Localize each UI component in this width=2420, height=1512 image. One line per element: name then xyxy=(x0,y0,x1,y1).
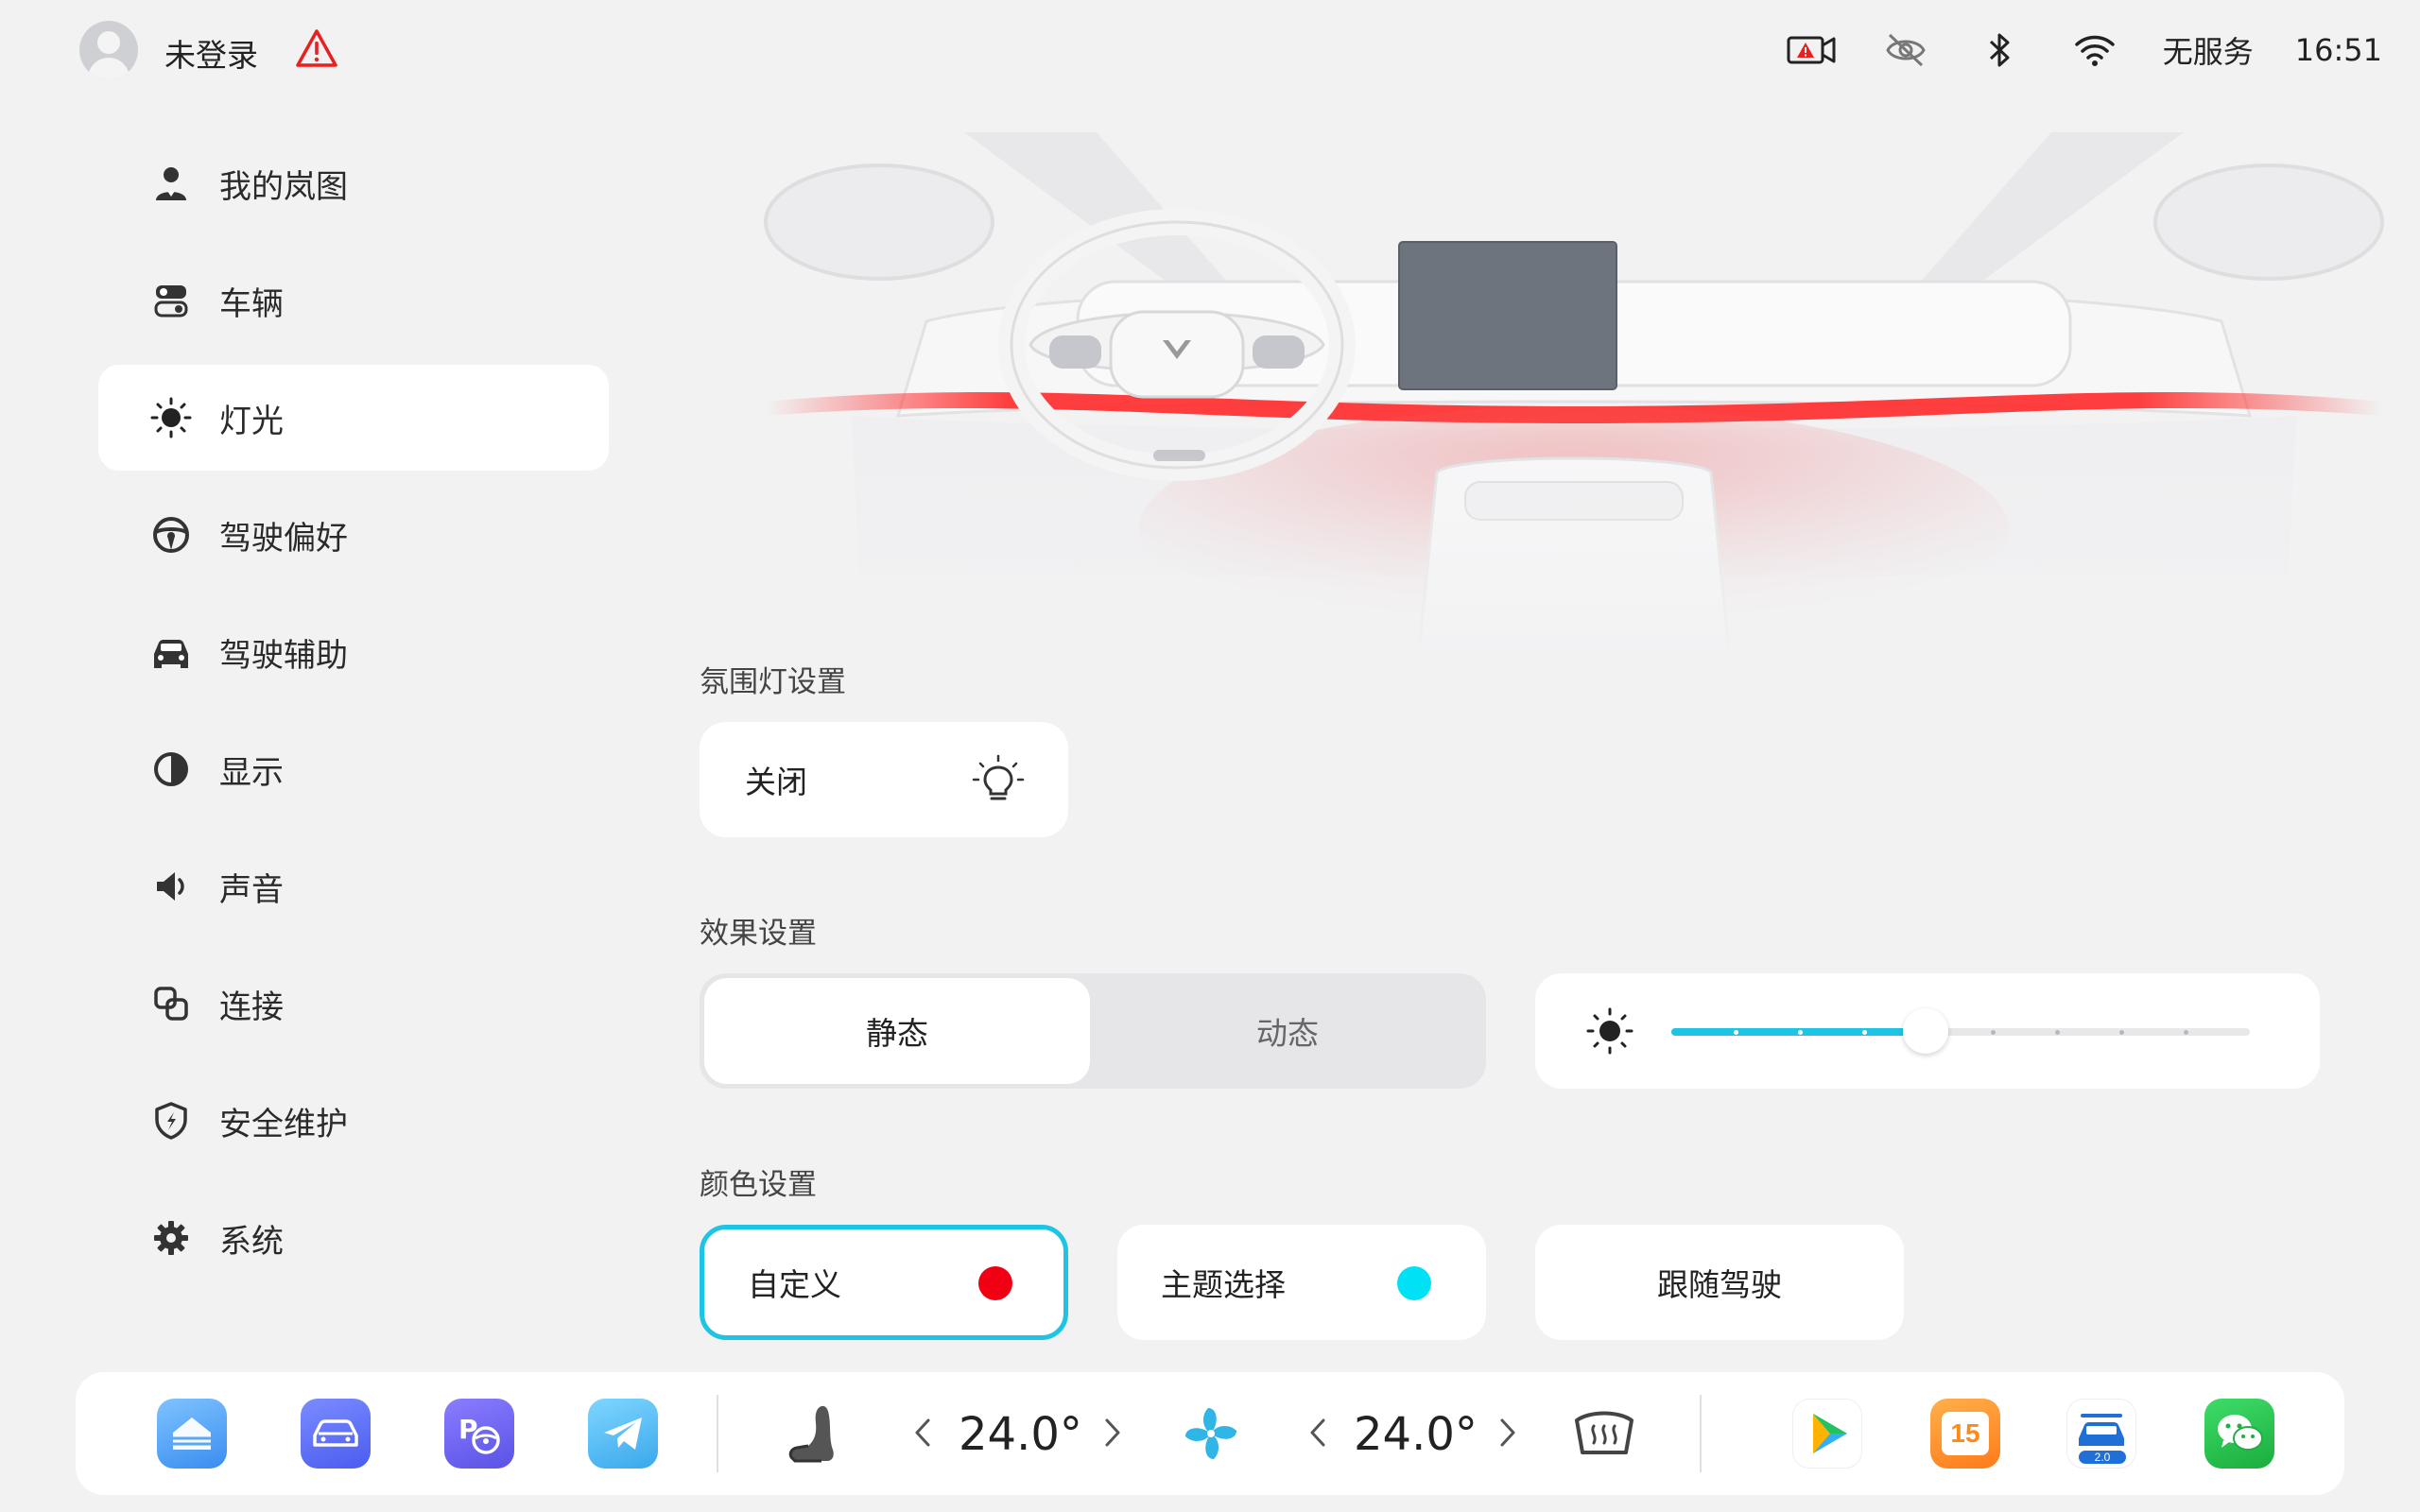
brightness-step-dot xyxy=(1797,1030,1803,1035)
dashcam-warning-icon[interactable] xyxy=(1785,29,1838,71)
right-temp-increase-button[interactable] xyxy=(1494,1404,1522,1461)
sidebar-item-label: 声音 xyxy=(219,870,284,909)
color-follow-label: 跟随驾驶 xyxy=(1657,1266,1782,1303)
parking-app-icon[interactable]: P xyxy=(444,1399,514,1469)
color-custom-label: 自定义 xyxy=(748,1266,841,1303)
sidebar-item-driving-preference[interactable]: 驾驶偏好 xyxy=(98,482,609,588)
sidebar: 我的岚图 车辆 灯光 驾驶偏好 驾驶辅助 显示 声音 连接 安全维护 系统 xyxy=(98,130,609,1302)
speaker-icon xyxy=(149,865,193,908)
brightness-control xyxy=(1535,973,2320,1089)
sidebar-item-label: 驾驶偏好 xyxy=(219,519,348,558)
network-status: 无服务 xyxy=(2162,34,2254,70)
user-icon xyxy=(149,162,193,205)
sidebar-item-system[interactable]: 系统 xyxy=(98,1185,609,1291)
sidebar-item-lights[interactable]: 灯光 xyxy=(98,365,609,471)
telegram-app-icon[interactable] xyxy=(588,1399,658,1469)
sidebar-item-connect[interactable]: 连接 xyxy=(98,951,609,1057)
clock: 16:51 xyxy=(2294,32,2382,68)
sidebar-item-label: 驾驶辅助 xyxy=(219,636,348,675)
rear-defrost-icon[interactable] xyxy=(1569,1399,1639,1469)
steering-wheel-icon xyxy=(149,513,193,557)
theme-color-swatch xyxy=(1397,1266,1431,1300)
effect-mode-segmented: 静态 动态 xyxy=(700,973,1486,1089)
wifi-icon[interactable] xyxy=(2068,29,2121,71)
sidebar-item-label: 连接 xyxy=(219,988,284,1026)
bluetooth-icon[interactable] xyxy=(1974,29,2027,71)
contrast-icon xyxy=(149,747,193,791)
login-status-label[interactable]: 未登录 xyxy=(164,30,258,76)
brightness-step-dot xyxy=(1861,1030,1867,1035)
bottom-dock: P 24.0° 24.0° 15 2.0 xyxy=(76,1372,2344,1495)
effect-static-option[interactable]: 静态 xyxy=(704,978,1090,1084)
camera-off-icon[interactable] xyxy=(1879,29,1932,71)
sidebar-item-label: 显示 xyxy=(219,753,284,792)
dock-divider xyxy=(717,1395,718,1472)
brightness-icon xyxy=(1586,1007,1634,1055)
sidebar-item-safety-maintenance[interactable]: 安全维护 xyxy=(98,1068,609,1174)
fan-icon[interactable] xyxy=(1176,1399,1246,1469)
sidebar-item-display[interactable]: 显示 xyxy=(98,716,609,822)
left-temperature[interactable]: 24.0° xyxy=(959,1408,1082,1461)
brightness-step-dot xyxy=(2054,1030,2060,1035)
brightness-step-dot xyxy=(2118,1030,2124,1035)
vehicle-toggle-icon xyxy=(149,279,193,322)
color-follow-driving-card[interactable]: 跟随驾驶 xyxy=(1535,1225,1904,1340)
sidebar-item-label: 安全维护 xyxy=(219,1105,348,1143)
brightness-slider[interactable] xyxy=(1671,1008,2250,1054)
sidebar-item-label: 车辆 xyxy=(219,284,284,323)
color-section-title: 颜色设置 xyxy=(700,1168,817,1202)
wechat-app-icon[interactable] xyxy=(2204,1399,2274,1469)
color-theme-card[interactable]: 主题选择 xyxy=(1117,1225,1486,1340)
gear-icon xyxy=(149,1216,193,1260)
shield-icon xyxy=(149,1099,193,1143)
custom-color-swatch xyxy=(978,1266,1012,1300)
light-icon xyxy=(149,396,193,439)
car-interior-illustration xyxy=(737,132,2411,662)
dock-divider xyxy=(1700,1395,1702,1472)
video-app-icon[interactable] xyxy=(1792,1399,1862,1469)
car-wash-app-icon[interactable]: 2.0 xyxy=(2066,1399,2136,1469)
status-bar: 未登录 无服务 16:51 xyxy=(0,0,2420,104)
sidebar-item-label: 系统 xyxy=(219,1222,284,1261)
effect-dynamic-option[interactable]: 动态 xyxy=(1095,978,1480,1084)
sidebar-item-driving-assist[interactable]: 驾驶辅助 xyxy=(98,599,609,705)
seat-icon[interactable] xyxy=(777,1399,847,1469)
sidebar-item-label: 我的岚图 xyxy=(219,167,348,206)
vehicle-app-icon[interactable] xyxy=(301,1399,371,1469)
ambient-light-toggle[interactable]: 关闭 xyxy=(700,722,1068,837)
brightness-slider-thumb[interactable] xyxy=(1903,1008,1949,1054)
color-custom-card[interactable]: 自定义 xyxy=(700,1225,1068,1340)
left-temp-increase-button[interactable] xyxy=(1098,1404,1127,1461)
calendar-app-icon[interactable]: 15 xyxy=(1930,1399,2000,1469)
right-temp-decrease-button[interactable] xyxy=(1304,1404,1332,1461)
avatar[interactable] xyxy=(79,21,138,79)
ambient-state-label: 关闭 xyxy=(745,764,807,800)
calendar-day: 15 xyxy=(1942,1412,1989,1455)
link-icon xyxy=(149,982,193,1025)
left-temp-decrease-button[interactable] xyxy=(908,1404,937,1461)
car-wash-badge: 2.0 xyxy=(2079,1451,2126,1464)
effect-section-title: 效果设置 xyxy=(700,917,817,951)
sidebar-item-vehicle[interactable]: 车辆 xyxy=(98,248,609,353)
ambient-section-title: 氛围灯设置 xyxy=(700,665,846,699)
home-app-icon[interactable] xyxy=(157,1399,227,1469)
right-temperature[interactable]: 24.0° xyxy=(1354,1408,1478,1461)
brightness-step-dot xyxy=(1733,1030,1738,1035)
status-icons: 无服务 16:51 xyxy=(1785,26,2382,74)
bulb-icon xyxy=(972,754,1025,800)
color-theme-label: 主题选择 xyxy=(1161,1266,1286,1303)
sidebar-item-sound[interactable]: 声音 xyxy=(98,833,609,939)
sidebar-item-label: 灯光 xyxy=(219,402,284,440)
car-front-icon xyxy=(149,630,193,674)
sidebar-item-my-voyah[interactable]: 我的岚图 xyxy=(98,130,609,236)
warning-icon[interactable] xyxy=(295,28,338,68)
brightness-step-dot xyxy=(1990,1030,1996,1035)
brightness-step-dot xyxy=(2183,1030,2188,1035)
